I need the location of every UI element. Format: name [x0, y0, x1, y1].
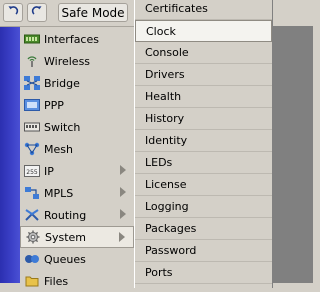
queues-icon	[24, 252, 40, 266]
menu-label: Wireless	[44, 54, 91, 68]
menu-item-routing[interactable]: Routing	[20, 204, 134, 226]
menu-label: Switch	[44, 120, 81, 134]
menu-label: MPLS	[44, 186, 74, 200]
main-menu: Interfaces Wireless Bridge PPP Switch Me…	[20, 28, 134, 292]
menu-item-ip[interactable]: 255 IP	[20, 160, 134, 182]
svg-text:255: 255	[26, 169, 38, 176]
submenu-item-health[interactable]: Health	[135, 86, 272, 108]
menu-label: System	[45, 230, 87, 244]
submenu-item-drivers[interactable]: Drivers	[135, 64, 272, 86]
switch-icon	[24, 120, 40, 134]
undo-button[interactable]	[3, 3, 23, 22]
top-right-bar	[273, 0, 313, 26]
submenu-item-license[interactable]: License	[135, 174, 272, 196]
menu-item-ppp[interactable]: PPP	[20, 94, 134, 116]
bridge-icon	[24, 76, 40, 90]
menu-label: Interfaces	[44, 32, 99, 46]
left-sidebar-strip	[0, 26, 20, 283]
wireless-icon	[24, 54, 40, 68]
toolbar: Safe Mode	[0, 0, 140, 27]
menu-label: Files	[44, 274, 69, 288]
menu-item-switch[interactable]: Switch	[20, 116, 134, 138]
redo-button[interactable]	[27, 3, 47, 22]
menu-label: IP	[44, 164, 54, 178]
menu-item-files[interactable]: Files	[20, 270, 134, 292]
menu-item-mpls[interactable]: MPLS	[20, 182, 134, 204]
mesh-icon	[24, 142, 40, 156]
submenu-item-ports[interactable]: Ports	[135, 262, 272, 284]
submenu-item-leds[interactable]: LEDs	[135, 152, 272, 174]
ip-icon: 255	[24, 164, 40, 178]
submenu-arrow-icon	[120, 165, 126, 175]
menu-label: Mesh	[44, 142, 73, 156]
submenu-item-identity[interactable]: Identity	[135, 130, 272, 152]
submenu-item-password[interactable]: Password	[135, 240, 272, 262]
submenu-arrow-icon	[120, 209, 126, 219]
desktop-area	[273, 26, 313, 283]
undo-arrow-icon	[7, 5, 19, 20]
menu-label: Queues	[44, 252, 86, 266]
menu-label: Bridge	[44, 76, 80, 90]
safe-mode-button[interactable]: Safe Mode	[58, 3, 128, 22]
files-icon	[24, 274, 40, 288]
submenu-arrow-icon	[120, 187, 126, 197]
system-submenu: Certificates Clock Console Drivers Healt…	[134, 0, 273, 288]
submenu-item-console[interactable]: Console	[135, 42, 272, 64]
submenu-item-logging[interactable]: Logging	[135, 196, 272, 218]
ppp-icon	[24, 98, 40, 112]
submenu-item-certificates[interactable]: Certificates	[135, 0, 272, 20]
menu-item-queues[interactable]: Queues	[20, 248, 134, 270]
menu-item-bridge[interactable]: Bridge	[20, 72, 134, 94]
interfaces-icon	[24, 32, 40, 46]
mpls-icon	[24, 186, 40, 200]
menu-item-interfaces[interactable]: Interfaces	[20, 28, 134, 50]
submenu-item-history[interactable]: History	[135, 108, 272, 130]
menu-label: Routing	[44, 208, 87, 222]
system-gear-icon	[25, 230, 41, 244]
menu-item-mesh[interactable]: Mesh	[20, 138, 134, 160]
submenu-arrow-icon	[119, 232, 125, 242]
menu-item-system[interactable]: System	[20, 226, 134, 248]
menu-label: PPP	[44, 98, 64, 112]
submenu-item-packages[interactable]: Packages	[135, 218, 272, 240]
menu-item-wireless[interactable]: Wireless	[20, 50, 134, 72]
redo-arrow-icon	[31, 5, 43, 20]
submenu-item-clock[interactable]: Clock	[135, 20, 272, 42]
routing-icon	[24, 208, 40, 222]
